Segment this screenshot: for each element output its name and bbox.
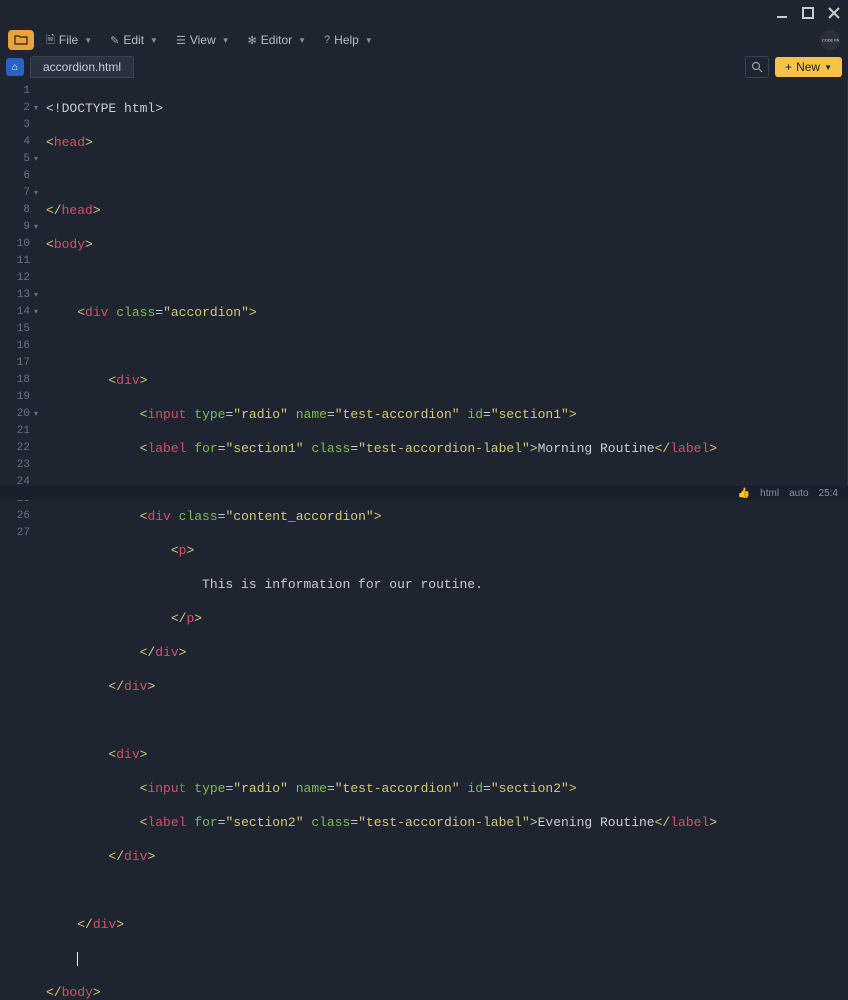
menu-editor[interactable]: ✻ Editor ▼ xyxy=(242,31,313,49)
status-mode[interactable]: auto xyxy=(789,488,808,499)
menu-help-label: Help xyxy=(334,33,359,47)
code-content[interactable]: <!DOCTYPE html> <head> </head> <body> <d… xyxy=(38,80,848,486)
plus-icon: + xyxy=(785,60,792,74)
gear-icon: ✻ xyxy=(248,34,257,47)
chevron-down-icon: ▼ xyxy=(84,36,92,45)
new-button-label: New xyxy=(796,60,820,74)
text-cursor xyxy=(77,952,78,966)
code-editor[interactable]: 1234 5678 9101112 13141516 17181920 2122… xyxy=(0,80,848,486)
maximize-icon[interactable] xyxy=(802,7,814,19)
menu-editor-label: Editor xyxy=(261,33,292,47)
thumbs-up-icon[interactable]: 👍 xyxy=(738,488,750,499)
menu-edit-label: Edit xyxy=(123,33,144,47)
html5-icon: ⌂ xyxy=(6,58,24,76)
pencil-icon: ✎ xyxy=(110,34,119,47)
minimize-icon[interactable] xyxy=(776,7,788,19)
menu-view[interactable]: ☰ View ▼ xyxy=(170,31,236,49)
layers-icon: ☰ xyxy=(176,34,186,47)
chevron-down-icon: ▼ xyxy=(824,63,832,72)
line-gutter: 1234 5678 9101112 13141516 17181920 2122… xyxy=(0,80,38,486)
file-icon: 🗎 xyxy=(46,31,55,50)
chevron-down-icon: ▼ xyxy=(365,36,373,45)
chevron-down-icon: ▼ xyxy=(298,36,306,45)
menu-view-label: View xyxy=(190,33,216,47)
chevron-down-icon: ▼ xyxy=(222,36,230,45)
search-button[interactable] xyxy=(745,56,769,78)
help-icon: ? xyxy=(324,34,330,46)
tab-bar: ⌂ accordion.html + New ▼ xyxy=(0,54,848,80)
main-toolbar: 🗎 File ▼ ✎ Edit ▼ ☰ View ▼ ✻ Editor ▼ ? … xyxy=(0,26,848,54)
new-button[interactable]: + New ▼ xyxy=(775,57,842,77)
menu-edit[interactable]: ✎ Edit ▼ xyxy=(104,31,164,49)
chevron-down-icon: ▼ xyxy=(150,36,158,45)
menu-file[interactable]: 🗎 File ▼ xyxy=(40,29,98,52)
window-titlebar xyxy=(0,0,848,26)
open-folder-button[interactable] xyxy=(8,30,34,50)
menu-file-label: File xyxy=(59,33,78,47)
menu-help[interactable]: ? Help ▼ xyxy=(318,31,379,49)
status-bar: 👍 html auto 25:4 xyxy=(0,486,848,500)
close-icon[interactable] xyxy=(828,7,840,19)
tab-file[interactable]: accordion.html xyxy=(30,56,134,78)
app-badge: CODE PA xyxy=(820,30,840,50)
status-language[interactable]: html xyxy=(760,488,779,499)
status-cursor-position[interactable]: 25:4 xyxy=(819,488,838,499)
